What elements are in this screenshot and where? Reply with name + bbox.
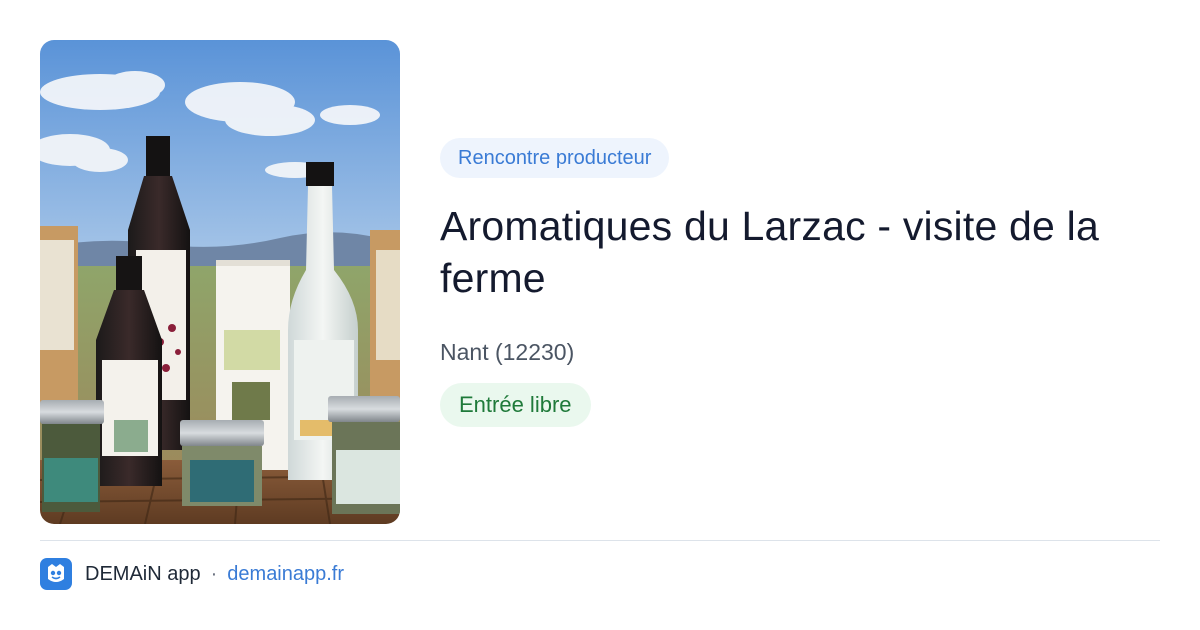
footer-divider <box>40 540 1160 541</box>
location-text: Nant (12230) <box>440 339 575 365</box>
app-domain-link[interactable]: demainapp.fr <box>227 563 344 586</box>
app-name: DEMAiN app <box>85 562 201 585</box>
footer[interactable]: DEMAiN app · demainapp.fr <box>40 558 344 590</box>
separator-dot: · <box>210 562 218 585</box>
preview-content: Rencontre producteur Aromatiques du Larz… <box>440 138 1170 427</box>
product-photo <box>40 40 400 524</box>
page-title[interactable]: Aromatiques du Larzac - visite de la fer… <box>440 200 1170 304</box>
entry-badge: Entrée libre <box>440 383 591 427</box>
category-badge[interactable]: Rencontre producteur <box>440 138 670 178</box>
link-preview-card[interactable]: Rencontre producteur Aromatiques du Larz… <box>0 0 1200 630</box>
app-logo-icon <box>40 558 72 590</box>
